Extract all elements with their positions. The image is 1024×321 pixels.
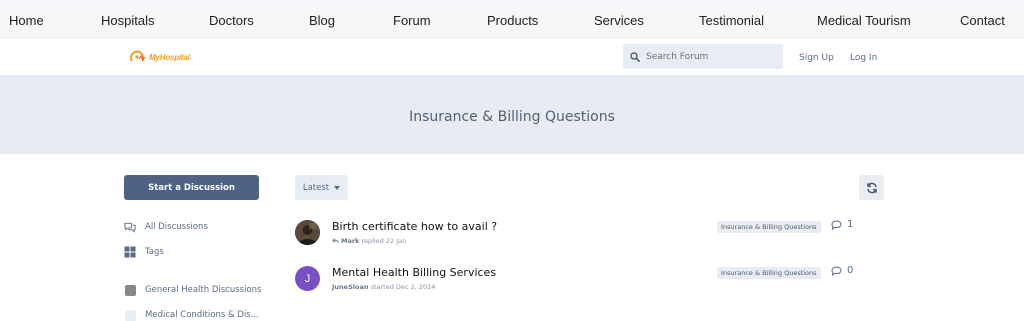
nav-hospitals[interactable]: Hospitals xyxy=(101,13,154,28)
top-navigation: Home Hospitals Doctors Blog Forum Produc… xyxy=(0,0,1024,38)
sidebar-item-all-discussions[interactable]: All Discussions xyxy=(124,221,208,233)
tags-icon xyxy=(124,246,136,258)
sidebar-item-label: General Health Discussions xyxy=(145,285,262,295)
nav-products[interactable]: Products xyxy=(487,13,538,28)
chevron-down-icon xyxy=(334,185,341,190)
search-input[interactable] xyxy=(646,51,766,62)
reply-icon xyxy=(332,238,340,244)
tag-hero: Insurance & Billing Questions xyxy=(0,75,1024,154)
discussion-user[interactable]: JuneSloan xyxy=(332,283,368,291)
discussion-meta: JuneSloan started Dec 2, 2024 xyxy=(332,283,435,291)
nav-doctors[interactable]: Doctors xyxy=(209,13,254,28)
forum-header: MyHospital Sign Up Log In xyxy=(0,38,1024,75)
nav-forum[interactable]: Forum xyxy=(393,13,431,28)
avatar[interactable] xyxy=(295,220,320,245)
nav-contact[interactable]: Contact xyxy=(960,13,1005,28)
site-logo[interactable]: MyHospital xyxy=(130,49,190,65)
discussion-action: replied 22 Jan xyxy=(361,237,407,245)
discussion-list-item[interactable]: J Mental Health Billing Services JuneSlo… xyxy=(295,264,885,300)
tag-label[interactable]: Insurance & Billing Questions xyxy=(717,267,821,279)
reply-count-value: 0 xyxy=(847,265,854,276)
discussion-title[interactable]: Birth certificate how to avail ? xyxy=(332,220,497,233)
sidebar-item-medical-conditions[interactable]: Medical Conditions & Dis... xyxy=(124,309,259,321)
nav-home[interactable]: Home xyxy=(9,13,44,28)
tag-color-swatch xyxy=(124,284,136,296)
reply-count: 0 xyxy=(831,265,853,276)
sort-label: Latest xyxy=(302,182,330,193)
comment-icon xyxy=(831,219,842,230)
discussion-action: started Dec 2, 2024 xyxy=(370,283,436,291)
discussion-user[interactable]: Mark xyxy=(341,237,359,245)
page-title: Insurance & Billing Questions xyxy=(409,108,615,125)
sidebar-item-label: Tags xyxy=(145,247,164,257)
nav-services[interactable]: Services xyxy=(594,13,644,28)
search-icon xyxy=(630,51,640,62)
avatar[interactable]: J xyxy=(295,266,320,291)
comment-icon xyxy=(831,265,842,276)
discussion-title[interactable]: Mental Health Billing Services xyxy=(332,266,496,279)
search-box[interactable] xyxy=(623,44,783,69)
discussion-list-item[interactable]: Birth certificate how to avail ? Mark re… xyxy=(295,218,885,254)
refresh-button[interactable] xyxy=(859,175,884,200)
start-discussion-button[interactable]: Start a Discussion xyxy=(124,175,259,200)
sort-dropdown[interactable]: Latest xyxy=(295,175,348,200)
logo-text: MyHospital xyxy=(149,52,190,62)
discussion-meta: Mark replied 22 Jan xyxy=(332,237,406,245)
nav-testimonial[interactable]: Testimonial xyxy=(699,13,764,28)
avatar-letter: J xyxy=(304,272,311,285)
nav-blog[interactable]: Blog xyxy=(309,13,335,28)
sidebar-item-tags[interactable]: Tags xyxy=(124,246,164,258)
sidebar-item-label: All Discussions xyxy=(145,222,208,232)
signup-link[interactable]: Sign Up xyxy=(799,53,834,63)
reply-count: 1 xyxy=(831,219,853,230)
reply-count-value: 1 xyxy=(847,219,854,230)
sidebar-item-general-health[interactable]: General Health Discussions xyxy=(124,284,261,296)
refresh-icon xyxy=(866,182,877,193)
nav-medical-tourism[interactable]: Medical Tourism xyxy=(817,13,911,28)
login-link[interactable]: Log In xyxy=(850,53,877,63)
tag-label[interactable]: Insurance & Billing Questions xyxy=(717,221,821,233)
user-photo-icon xyxy=(295,220,320,245)
discussions-icon xyxy=(124,221,136,233)
logo-mark-icon xyxy=(130,50,146,62)
